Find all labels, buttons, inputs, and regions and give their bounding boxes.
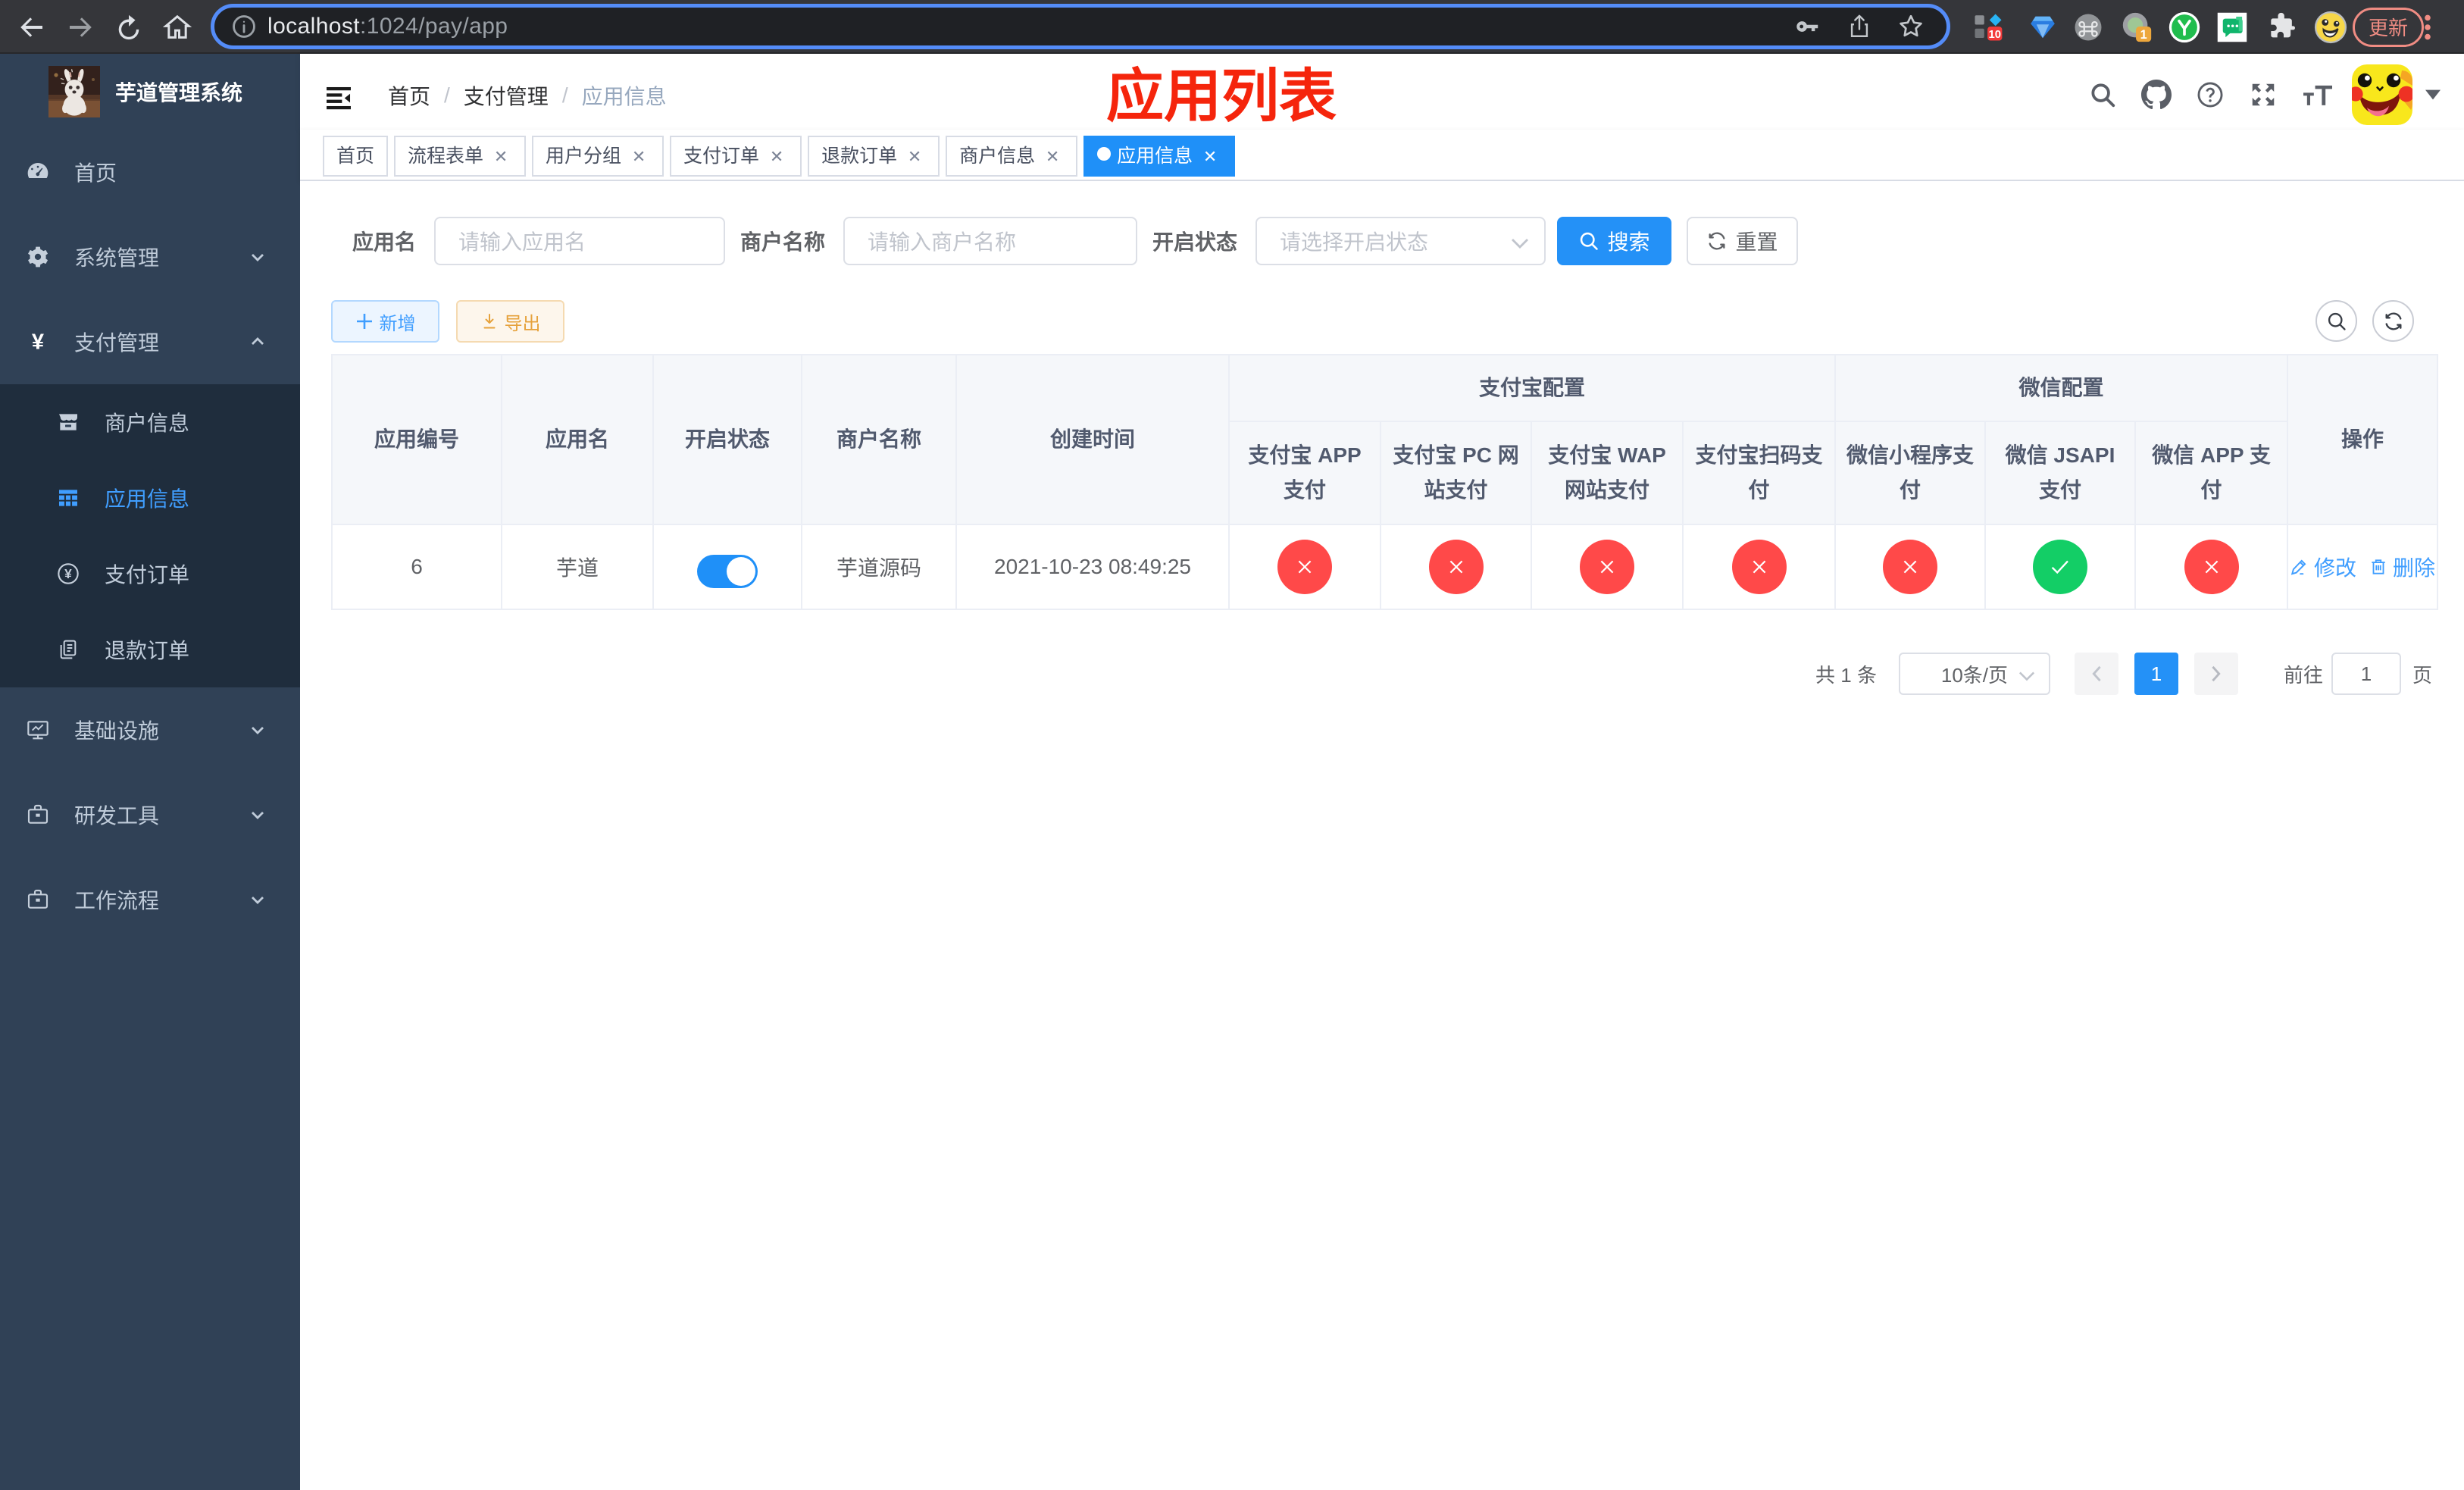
svg-text:¥: ¥ (64, 566, 72, 581)
svg-text:1: 1 (2140, 27, 2147, 41)
svg-text:10: 10 (1988, 29, 2001, 41)
svg-text:¥: ¥ (32, 330, 45, 354)
